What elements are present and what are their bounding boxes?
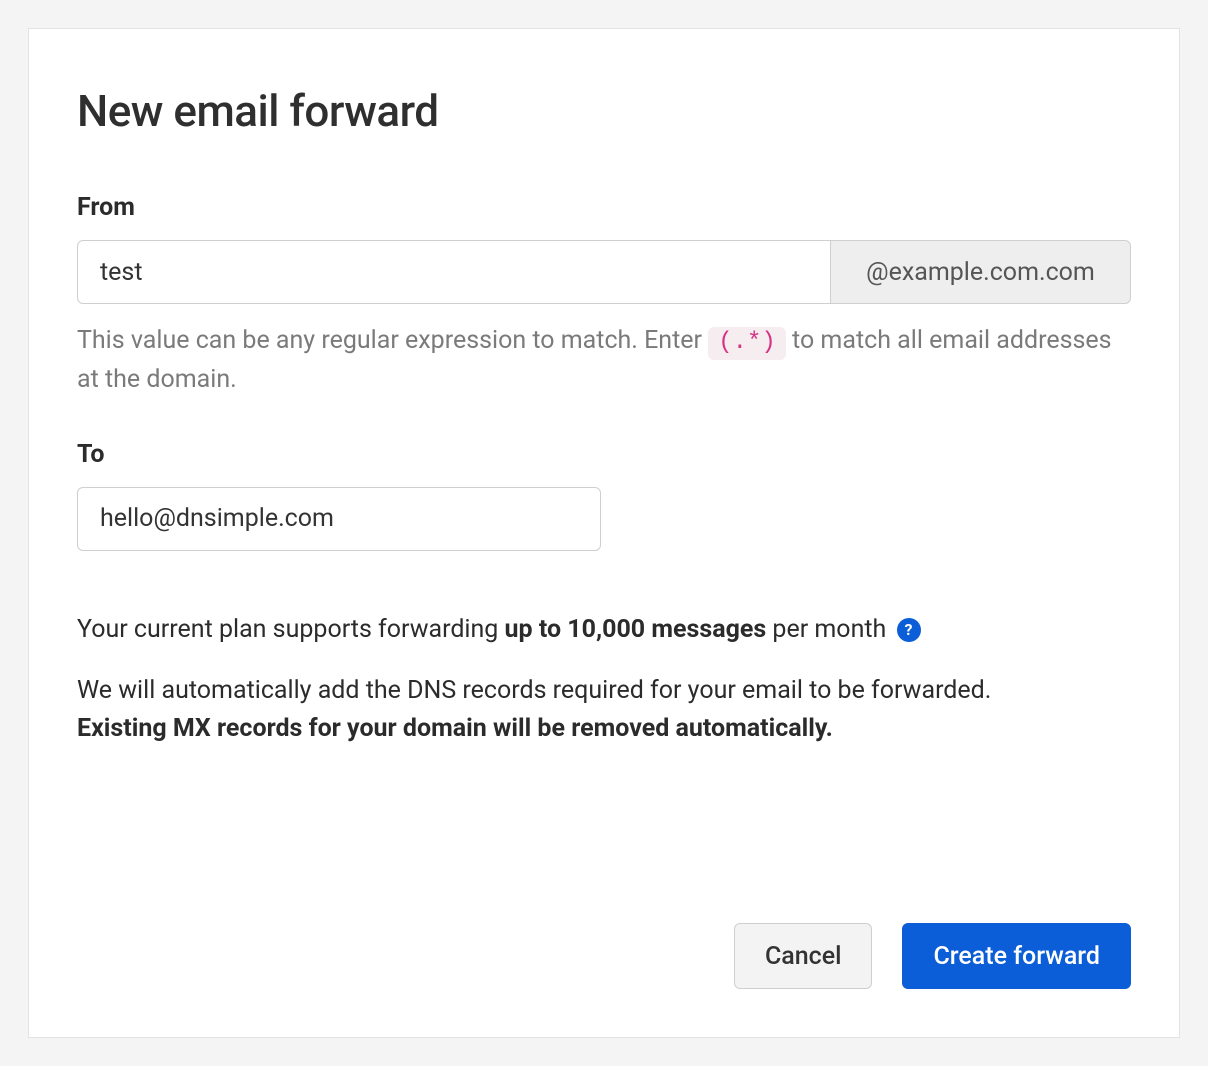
to-label: To bbox=[77, 440, 1131, 469]
from-help-text: This value can be any regular expression… bbox=[77, 322, 1131, 400]
dns-note: We will automatically add the DNS record… bbox=[77, 672, 1131, 750]
from-domain-suffix: @example.com.com bbox=[831, 240, 1131, 304]
plan-info: Your current plan supports forwarding up… bbox=[77, 611, 1131, 650]
from-input-group: @example.com.com bbox=[77, 240, 1131, 304]
cancel-button[interactable]: Cancel bbox=[734, 923, 873, 989]
to-field-group: To bbox=[77, 440, 1131, 551]
email-forward-form: New email forward From @example.com.com … bbox=[28, 28, 1180, 1038]
plan-prefix: Your current plan supports forwarding bbox=[77, 615, 505, 644]
plan-suffix: per month bbox=[766, 615, 892, 644]
from-help-prefix: This value can be any regular expression… bbox=[77, 326, 708, 355]
mx-warning: Existing MX records for your domain will… bbox=[77, 714, 833, 743]
from-input[interactable] bbox=[77, 240, 831, 304]
create-forward-button[interactable]: Create forward bbox=[902, 923, 1131, 989]
from-help-regex: (.*) bbox=[708, 327, 786, 360]
dns-note-text: We will automatically add the DNS record… bbox=[77, 676, 991, 705]
plan-bold: up to 10,000 messages bbox=[505, 615, 767, 644]
form-actions: Cancel Create forward bbox=[734, 923, 1131, 989]
from-label: From bbox=[77, 193, 1131, 222]
to-input[interactable] bbox=[77, 487, 601, 551]
page-title: New email forward bbox=[77, 85, 1131, 137]
info-block: Your current plan supports forwarding up… bbox=[77, 611, 1131, 749]
from-field-group: From @example.com.com This value can be … bbox=[77, 193, 1131, 400]
help-icon[interactable]: ? bbox=[897, 618, 921, 642]
